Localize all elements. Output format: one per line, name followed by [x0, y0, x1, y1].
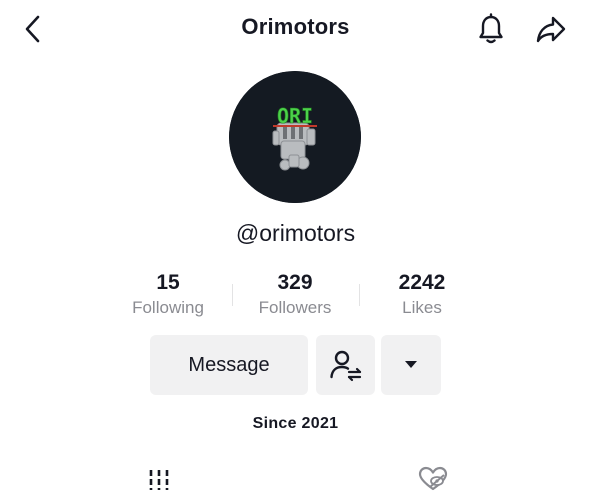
notification-button[interactable] — [474, 12, 508, 46]
stat-value: 15 — [156, 271, 180, 294]
stat-label: Followers — [258, 298, 332, 317]
share-button[interactable] — [534, 12, 568, 46]
share-arrow-icon — [536, 16, 566, 43]
stat-divider — [232, 284, 233, 306]
person-swap-icon — [329, 350, 361, 382]
stat-divider — [359, 284, 360, 306]
message-button[interactable]: Message — [150, 335, 308, 395]
caret-down-icon — [405, 361, 417, 368]
stat-label: Likes — [402, 298, 442, 317]
follow-status-button[interactable] — [316, 335, 375, 395]
profile-page: Orimotors ORI @orimotors 15 Following 32… — [0, 0, 591, 497]
username: @orimotors — [235, 220, 356, 246]
tab-videos[interactable] — [139, 464, 179, 497]
svg-text:ORI: ORI — [277, 104, 313, 128]
orimotors-logo: ORI — [229, 71, 361, 203]
grid-bars-icon — [149, 470, 169, 490]
stat-followers[interactable]: 329 Followers — [235, 270, 355, 319]
since-label: Since 2021 — [252, 415, 339, 432]
stat-following[interactable]: 15 Following — [108, 270, 228, 319]
more-options-button[interactable] — [381, 335, 441, 395]
message-button-label: Message — [188, 353, 270, 376]
bell-icon — [479, 13, 503, 44]
stat-likes[interactable]: 2242 Likes — [362, 270, 482, 319]
stat-label: Following — [132, 298, 204, 317]
tab-liked[interactable] — [413, 464, 453, 497]
avatar[interactable]: ORI — [229, 71, 361, 203]
stat-value: 329 — [277, 271, 313, 294]
heart-hidden-icon — [418, 466, 448, 491]
stat-value: 2242 — [398, 271, 446, 294]
